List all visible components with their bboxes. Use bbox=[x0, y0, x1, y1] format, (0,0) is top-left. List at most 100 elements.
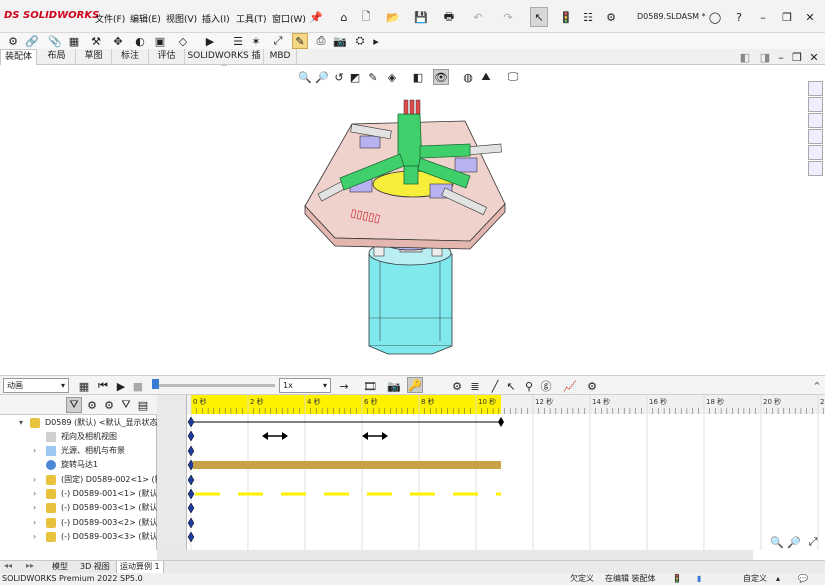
viewport-minimize-icon[interactable]: – bbox=[773, 49, 789, 65]
timeline-canvas[interactable]: 0 秒 2 秒 4 秒 6 秒 8 秒 10 秒 12 秒 14 秒 16 秒 18 秒 20 秒 2… bbox=[187, 395, 825, 550]
save-icon[interactable]: 💾 bbox=[413, 9, 429, 25]
insert-component-icon[interactable]: ⚙ bbox=[5, 33, 21, 49]
motion-study-properties-icon[interactable]: ⚙ bbox=[584, 378, 600, 394]
stop-icon[interactable]: ■ bbox=[130, 378, 146, 394]
panel-left-icon[interactable]: ◧ bbox=[737, 49, 753, 65]
menu-tools[interactable]: 工具(T) bbox=[236, 12, 267, 25]
collapse-motion-manager-icon[interactable]: ⌃ bbox=[809, 378, 825, 394]
filter-selected-icon[interactable]: ⛛ bbox=[118, 397, 134, 413]
play-from-start-icon[interactable]: ⏮ bbox=[95, 378, 111, 394]
tab-mbd[interactable]: MBD bbox=[264, 49, 297, 65]
spring-icon[interactable]: ≣ bbox=[467, 378, 483, 394]
viewport-restore-icon[interactable]: ❐ bbox=[789, 49, 805, 65]
mate-icon[interactable]: 🔗 bbox=[24, 33, 40, 49]
design-library-icon[interactable] bbox=[808, 97, 823, 112]
reference-geometry-icon[interactable]: ◇ bbox=[175, 33, 191, 49]
redo-icon[interactable]: ↷ bbox=[500, 9, 516, 25]
gravity-icon[interactable]: ⓖ bbox=[538, 378, 554, 394]
filter-driving-icon[interactable]: ⚙ bbox=[101, 397, 117, 413]
rebuild-icon[interactable]: 🚦 bbox=[558, 9, 574, 25]
playback-speed-select[interactable]: 1x ▾ bbox=[279, 378, 331, 393]
menu-insert[interactable]: 插入(I) bbox=[202, 12, 230, 25]
playback-mode-icon[interactable]: → bbox=[336, 378, 352, 394]
results-plots-icon[interactable]: 📈 bbox=[562, 378, 578, 394]
study-type-select[interactable]: 动画 ▾ bbox=[3, 378, 69, 393]
assembly-features-icon[interactable]: ▣ bbox=[152, 33, 168, 49]
show-hidden-icon[interactable]: ◐ bbox=[132, 33, 148, 49]
home-icon[interactable]: ⌂ bbox=[336, 9, 352, 25]
update-speedpak-icon[interactable]: ✎ bbox=[292, 33, 308, 49]
move-component-icon[interactable]: ✥ bbox=[110, 33, 126, 49]
expand-toolbar-icon[interactable]: ▸ bbox=[368, 33, 384, 49]
file-properties-icon[interactable]: ☷ bbox=[580, 9, 596, 25]
play-icon[interactable]: ▶ bbox=[113, 378, 129, 394]
filter-animated-icon[interactable]: ⚙ bbox=[84, 397, 100, 413]
menu-edit[interactable]: 编辑(E) bbox=[130, 12, 161, 25]
chat-icon[interactable]: 💬 bbox=[798, 573, 808, 585]
component-preview-icon[interactable]: 📎 bbox=[47, 33, 63, 49]
view-palette-icon[interactable] bbox=[808, 129, 823, 144]
large-assembly-icon[interactable]: 📷 bbox=[332, 33, 348, 49]
contact-icon[interactable]: ⚲ bbox=[521, 378, 537, 394]
playback-slider[interactable] bbox=[155, 384, 275, 387]
open-icon[interactable]: 📂 bbox=[385, 9, 401, 25]
print-icon[interactable]: 🖶 bbox=[441, 9, 457, 25]
help-icon[interactable]: ? bbox=[731, 9, 747, 25]
scroll-first-icon[interactable]: ◂◂ bbox=[4, 561, 12, 570]
custom-properties-icon[interactable] bbox=[808, 161, 823, 176]
zoom-out-timeline-icon[interactable]: 🔎 bbox=[786, 534, 802, 550]
menu-view[interactable]: 视图(V) bbox=[166, 12, 197, 25]
horizontal-scrollbar[interactable] bbox=[157, 550, 753, 560]
appearances-icon[interactable] bbox=[808, 145, 823, 160]
filter-icon[interactable]: ⛛ bbox=[66, 397, 82, 413]
save-animation-icon[interactable]: 🎞 bbox=[362, 378, 378, 394]
motor-icon[interactable]: ⚙ bbox=[449, 378, 465, 394]
smart-fasteners-icon[interactable]: ⚒ bbox=[88, 33, 104, 49]
resources-icon[interactable] bbox=[808, 81, 823, 96]
exploded-view-icon[interactable]: ✶ bbox=[248, 33, 264, 49]
pin-icon[interactable]: 📌 bbox=[308, 9, 324, 25]
tree-row-root[interactable]: ▾ D0589 (默认) <默认_显示状态 bbox=[0, 416, 158, 430]
units-dropdown-icon[interactable]: ▴ bbox=[776, 573, 780, 585]
minimize-icon[interactable]: – bbox=[755, 9, 771, 25]
undo-icon[interactable]: ↶ bbox=[470, 9, 486, 25]
autokey-icon[interactable]: 🔑 bbox=[407, 377, 423, 393]
new-document-icon[interactable]: 🗋 bbox=[358, 9, 374, 25]
calculate-icon[interactable]: ▦ bbox=[76, 378, 92, 394]
options-gear-icon[interactable]: ⚙ bbox=[603, 9, 619, 25]
animation-wizard-icon[interactable]: 📷 bbox=[386, 378, 402, 394]
viewport-close-icon[interactable]: ✕ bbox=[806, 49, 822, 65]
tab-solidworks-addins[interactable]: SOLIDWORKS 插件 bbox=[185, 49, 264, 76]
playback-slider-thumb[interactable] bbox=[152, 379, 159, 389]
tab-markup[interactable]: 标注 bbox=[112, 49, 149, 65]
timeline[interactable]: 0 秒 2 秒 4 秒 6 秒 8 秒 10 秒 12 秒 14 秒 16 秒 18 秒 20 秒 2… bbox=[187, 395, 825, 550]
graphics-area[interactable]: 🔍 🔎 ↺ ◩ ✎ ◈ ◧ 👁 ◍ ⛰ 🖵 ▯▯▯▯▯ bbox=[0, 66, 806, 374]
assembly-model[interactable]: ▯▯▯▯▯ bbox=[0, 66, 806, 374]
scroll-last-icon[interactable]: ▸▸ bbox=[26, 561, 34, 570]
view-settings-icon[interactable]: ⛭ bbox=[352, 33, 368, 49]
zoom-in-timeline-icon[interactable]: 🔍 bbox=[769, 534, 785, 550]
linear-pattern-icon[interactable]: ▦ bbox=[66, 33, 82, 49]
restore-icon[interactable]: ❐ bbox=[779, 9, 795, 25]
units-icon[interactable]: ▮ bbox=[697, 573, 701, 585]
menu-file[interactable]: 文件(F) bbox=[95, 12, 125, 25]
tab-assembly[interactable]: 装配体 bbox=[0, 49, 37, 65]
take-snapshot-icon[interactable]: ⎙ bbox=[313, 33, 329, 49]
damper-icon[interactable]: ╱ bbox=[487, 378, 503, 394]
panel-right-icon[interactable]: ◨ bbox=[757, 49, 773, 65]
file-explorer-icon[interactable] bbox=[808, 113, 823, 128]
force-icon[interactable]: ↖ bbox=[503, 378, 519, 394]
tab-layout[interactable]: 布局 bbox=[38, 49, 76, 65]
user-icon[interactable]: ◯ bbox=[707, 9, 723, 25]
bill-of-materials-icon[interactable]: ☰ bbox=[230, 33, 246, 49]
app-logo[interactable]: DS SOLIDWORKS bbox=[4, 10, 99, 21]
units-custom[interactable]: 自定义 bbox=[743, 573, 767, 585]
tab-sketch[interactable]: 草图 bbox=[76, 49, 112, 65]
rebuild-status-icon[interactable]: 🚦 bbox=[672, 573, 682, 585]
zoom-fit-timeline-icon[interactable]: ⤢ bbox=[805, 534, 821, 550]
instant3d-icon[interactable]: ⤢ bbox=[270, 33, 286, 49]
select-arrow-icon[interactable]: ↖ bbox=[530, 7, 548, 27]
filter-results-icon[interactable]: ▤ bbox=[135, 397, 151, 413]
close-icon[interactable]: ✕ bbox=[802, 9, 818, 25]
menu-window[interactable]: 窗口(W) bbox=[272, 12, 306, 25]
